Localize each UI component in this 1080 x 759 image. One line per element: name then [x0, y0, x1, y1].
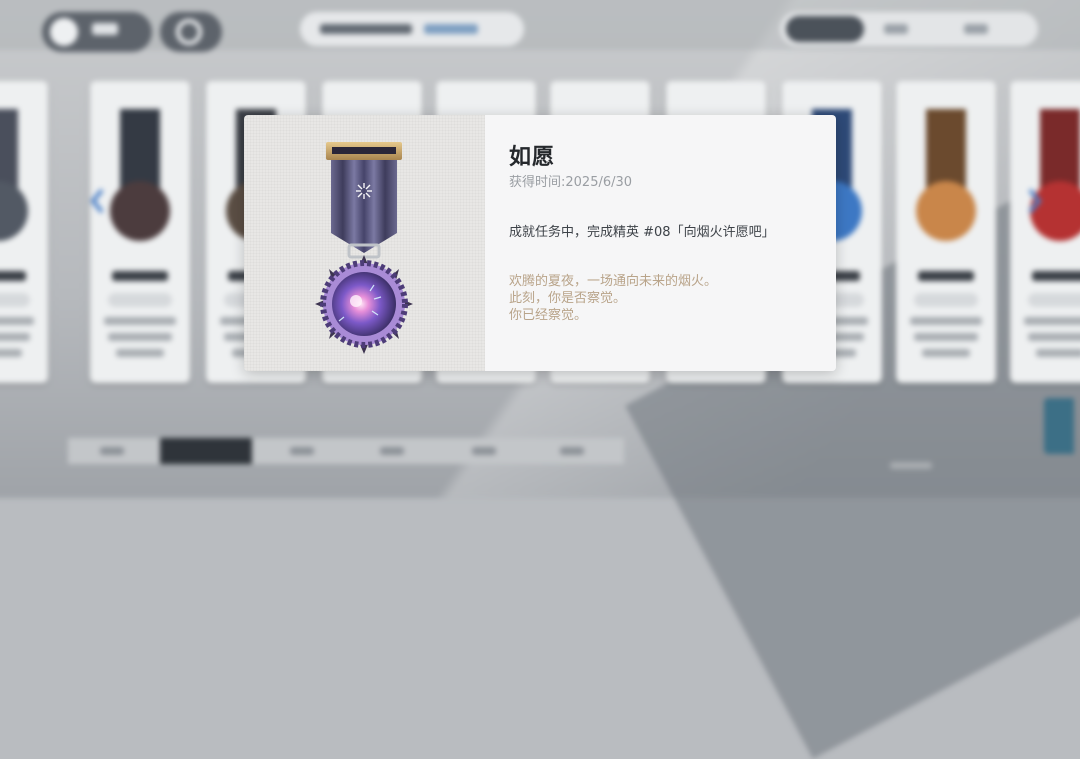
- home-button[interactable]: [160, 12, 222, 52]
- achievement-title: 如愿: [509, 144, 556, 170]
- achievement-counter: [300, 12, 524, 46]
- medal-card[interactable]: [0, 81, 48, 383]
- filter-toggle[interactable]: [780, 12, 1038, 46]
- obtained-date: 获得时间:2025/6/30: [509, 175, 633, 190]
- flavor-line: 你已经察觉。: [509, 308, 588, 323]
- medal-display-panel: [244, 115, 485, 371]
- chevron-left-icon[interactable]: [88, 186, 108, 216]
- medal-card[interactable]: [90, 81, 190, 383]
- user-id: [890, 462, 932, 469]
- back-button[interactable]: [42, 12, 152, 52]
- hexagon-back-icon: [50, 18, 78, 46]
- side-button[interactable]: [1044, 398, 1074, 454]
- medal-card[interactable]: [1010, 81, 1080, 383]
- filter-all[interactable]: [884, 24, 908, 34]
- achievement-info-panel: 如愿 获得时间:2025/6/30 成就任务中，完成精英 #08「向烟火许愿吧」…: [485, 115, 836, 371]
- category-tabs[interactable]: [68, 438, 624, 464]
- filter-obtained[interactable]: [786, 16, 864, 42]
- flavor-line: 欢腾的夏夜，一场通向未来的烟火。: [509, 274, 718, 289]
- achievement-detail-dialog: 如愿 获得时间:2025/6/30 成就任务中，完成精英 #08「向烟火许愿吧」…: [244, 115, 836, 371]
- flavor-line: 此刻，你是否察觉。: [509, 291, 627, 306]
- flavor-text: 欢腾的夏夜，一场通向未来的烟火。 此刻，你是否察觉。 你已经察觉。: [509, 273, 717, 324]
- firework-medal-icon: [315, 142, 413, 354]
- medal-card[interactable]: [896, 81, 996, 383]
- refresh-home-icon: [176, 19, 202, 45]
- chevron-right-icon[interactable]: [1024, 186, 1044, 216]
- filter-unobtained[interactable]: [964, 24, 988, 34]
- achievement-condition: 成就任务中，完成精英 #08「向烟火许愿吧」: [509, 225, 775, 240]
